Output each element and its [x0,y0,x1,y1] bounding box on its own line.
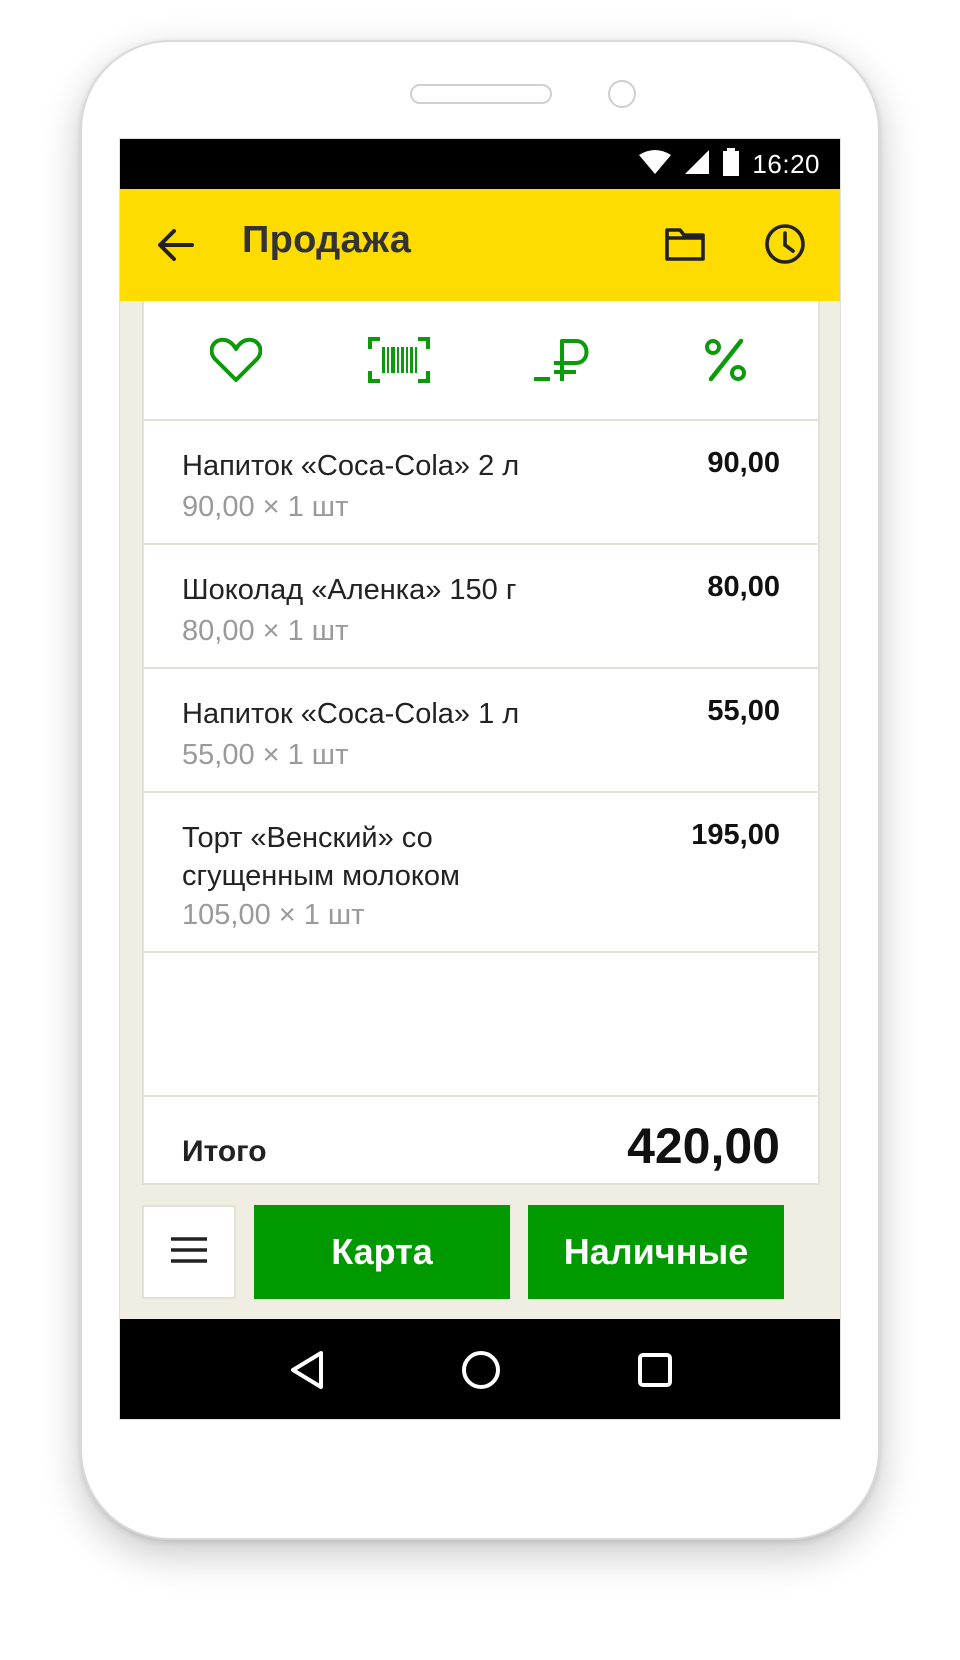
total-row: Итого 420,00 [144,1095,818,1185]
screen: 16:20 Продажа Напиток «Coca-Cola» 2 л 90… [119,138,841,1420]
system-nav-bar [120,1319,840,1419]
item-quantity: 55,00 × 1 шт [182,739,349,771]
item-name: Торт «Венский» со сгущенным молоком [182,822,460,892]
home-circle-icon[interactable] [451,1340,511,1400]
total-value: 420,00 [627,1118,780,1174]
ruble-icon[interactable] [518,315,608,405]
clock-icon[interactable] [764,223,806,265]
total-label: Итого [182,1135,267,1168]
sale-items-list: Напиток «Coca-Cola» 2 л 90,00 × 1 шт 90,… [142,419,820,1185]
item-quantity: 90,00 × 1 шт [182,491,349,523]
item-quantity: 105,00 × 1 шт [182,899,365,931]
battery-icon [722,147,740,181]
hamburger-menu-icon [171,1236,207,1268]
status-bar: 16:20 [120,139,840,189]
status-time: 16:20 [752,148,820,179]
quick-actions-toolbar [142,301,820,421]
item-sum: 80,00 [707,571,780,603]
back-arrow-icon[interactable] [156,227,196,263]
item-sum: 55,00 [707,695,780,727]
menu-button[interactable] [142,1205,236,1299]
heart-icon[interactable] [191,315,281,405]
item-name: Шоколад «Аленка» 150 г [182,574,517,606]
list-item[interactable]: Напиток «Coca-Cola» 1 л 55,00 × 1 шт 55,… [144,669,818,793]
page-title: Продажа [242,219,412,261]
app-bar: Продажа [120,189,840,301]
wifi-icon [638,149,672,180]
list-item[interactable]: Шоколад «Аленка» 150 г 80,00 × 1 шт 80,0… [144,545,818,669]
item-sum: 195,00 [691,819,780,851]
phone-speaker [410,84,552,104]
barcode-icon[interactable] [354,315,444,405]
percent-icon[interactable] [681,315,771,405]
item-name: Напиток «Coca-Cola» 1 л [182,698,520,730]
item-name: Напиток «Coca-Cola» 2 л [182,450,520,482]
phone-camera [608,80,636,108]
back-triangle-icon[interactable] [277,1340,337,1400]
recents-square-icon[interactable] [625,1340,685,1400]
item-quantity: 80,00 × 1 шт [182,615,349,647]
stage: 16:20 Продажа Напиток «Coca-Cola» 2 л 90… [0,0,960,1660]
pay-card-button[interactable]: Карта [254,1205,510,1299]
signal-icon [684,149,710,180]
list-item[interactable]: Напиток «Coca-Cola» 2 л 90,00 × 1 шт 90,… [144,421,818,545]
list-item[interactable]: Торт «Венский» со сгущенным молоком 105,… [144,793,818,953]
pay-cash-button[interactable]: Наличные [528,1205,784,1299]
folder-icon[interactable] [664,225,706,263]
item-sum: 90,00 [707,447,780,479]
